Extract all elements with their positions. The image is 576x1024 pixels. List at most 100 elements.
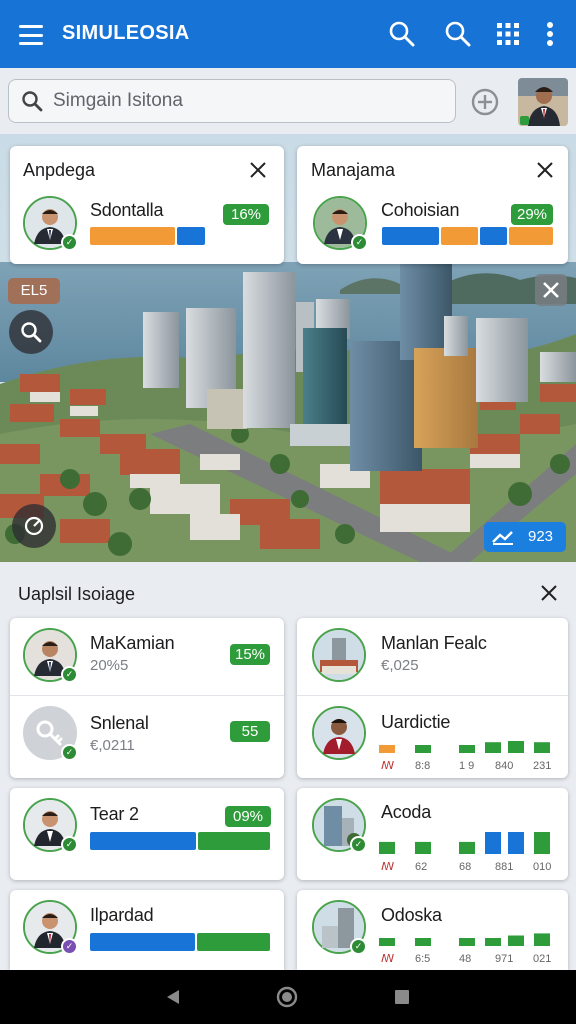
progress-bar-segment (90, 933, 195, 951)
progress-bar-segment (197, 933, 270, 951)
item-sub: 20%5 (90, 657, 129, 674)
item-name: Tear 2 (90, 804, 139, 824)
percent-badge: 29% (511, 204, 553, 225)
progress-bar-segment (509, 227, 553, 245)
chart-label: 68 (459, 861, 471, 873)
progress-bar-segment (90, 227, 175, 245)
percent-badge: 09% (225, 806, 271, 827)
chart-label: 1 9 (459, 760, 474, 772)
chart-bar (379, 841, 395, 854)
chart-bar (459, 745, 475, 753)
summary-card[interactable]: Anpdega ✓ Sdontalla 16% (10, 146, 284, 264)
percent-badge: 16% (223, 204, 269, 225)
menu-icon[interactable] (14, 22, 48, 48)
chart-label: 840 (495, 760, 513, 772)
map-stat-chip[interactable]: 923 (484, 522, 566, 552)
chart-bar (534, 933, 550, 946)
card-title: Anpdega (23, 160, 96, 180)
list-item[interactable]: ✓ MaKamian 20%5 15% (10, 618, 284, 696)
list-card[interactable]: ✓ Ilpardad (10, 890, 284, 970)
check-badge-icon: ✓ (350, 938, 367, 955)
compass-icon[interactable] (12, 504, 56, 548)
check-badge-icon: ✓ (61, 744, 78, 761)
list-card[interactable]: ✓ Odoska ꟿ 6:5 48 971 021 (297, 890, 568, 970)
close-icon[interactable] (534, 159, 556, 181)
item-name: Manlan Fealc (381, 633, 487, 653)
item-sub: €,0211 (90, 737, 135, 754)
add-circle-icon[interactable] (470, 87, 500, 117)
more-vert-icon[interactable] (530, 14, 570, 54)
check-badge-icon: ✓ (61, 836, 78, 853)
avatar: ✓ (23, 196, 78, 251)
list-item[interactable]: ✓ Snlenal €,0211 55 (10, 697, 284, 778)
chart-bar (379, 745, 395, 753)
chart-bar (415, 841, 431, 854)
chart-bar (459, 938, 475, 946)
avatar: ✓ (23, 706, 78, 761)
percent-badge: 15% (230, 644, 270, 665)
check-badge-icon: ✓ (61, 938, 78, 955)
chart-bar (485, 938, 501, 946)
close-icon[interactable] (538, 582, 560, 604)
item-sub: €,025 (381, 657, 419, 674)
chart-bar (508, 935, 524, 946)
list-item[interactable]: Manlan Fealc €,025 (297, 618, 568, 696)
chart-bar (534, 832, 550, 854)
summary-card[interactable]: Manajama ✓ Cohoisian 29% (297, 146, 568, 264)
chart-bar (485, 742, 501, 753)
chart-label: ꟿ (381, 953, 394, 965)
check-badge-icon: ✓ (61, 234, 78, 251)
section-header: Uaplsil Isoiage (0, 562, 576, 618)
grid-icon[interactable] (488, 14, 528, 54)
chart-label: 010 (533, 861, 551, 873)
map-stat-value: 923 (528, 528, 554, 545)
app-bar: SIMULEOSIA (0, 0, 576, 68)
trend-icon (492, 531, 513, 545)
close-icon[interactable] (535, 274, 567, 306)
building-thumbnail (312, 628, 366, 682)
profile-avatar[interactable] (518, 78, 568, 126)
card-name: Cohoisian (381, 200, 460, 220)
avatar: ✓ (313, 196, 368, 251)
progress-bar-segment (382, 227, 439, 245)
search-icon (21, 90, 43, 117)
chart-label: ꟿ (381, 861, 394, 873)
count-badge: 55 (230, 721, 270, 742)
recents-icon[interactable] (394, 989, 410, 1010)
chart-bar (415, 938, 431, 946)
avatar: ✓ (23, 798, 78, 853)
chart-label: 881 (495, 861, 513, 873)
chart-bar (508, 741, 524, 753)
close-icon[interactable] (247, 159, 269, 181)
search-icon[interactable] (438, 14, 478, 54)
mini-bar-chart: ꟿ 8:8 1 9 840 231 (379, 741, 551, 772)
progress-bar-segment (441, 227, 478, 245)
chart-bar (508, 832, 524, 854)
list-card[interactable]: ✓ Acoda ꟿ 62 68 881 010 (297, 788, 568, 880)
list-item[interactable]: Uardictie ꟿ 8:8 1 9 840 231 (297, 697, 568, 778)
chart-bar (379, 938, 395, 946)
search-row (0, 68, 576, 134)
list-card[interactable]: ✓ Tear 2 09% (10, 788, 284, 880)
check-badge-icon: ✓ (61, 666, 78, 683)
list-card: ✓ MaKamian 20%5 15% ✓ Snlenal €,0211 55 (10, 618, 284, 778)
building-thumbnail: ✓ (312, 900, 367, 955)
chart-bar (415, 745, 431, 753)
chart-label: ꟿ (381, 760, 394, 772)
chart-label: 6:5 (415, 953, 430, 965)
avatar (312, 706, 366, 760)
search-box[interactable] (8, 79, 456, 123)
zoom-search-icon[interactable] (9, 310, 53, 354)
item-name: Ilpardad (90, 905, 154, 925)
progress-bar-segment (480, 227, 507, 245)
map-tag[interactable]: EL5 (8, 278, 60, 304)
mini-bar-chart: ꟿ 62 68 881 010 (379, 832, 551, 873)
home-icon[interactable] (276, 986, 298, 1013)
back-icon[interactable] (164, 988, 182, 1011)
card-title: Manajama (311, 160, 396, 180)
progress-bar-segment (177, 227, 205, 245)
search-input[interactable] (53, 88, 443, 114)
search-icon[interactable] (382, 14, 422, 54)
list-card: Manlan Fealc €,025 Uardictie ꟿ 8:8 1 9 840 2… (297, 618, 568, 778)
app-title: SIMULEOSIA (62, 22, 190, 44)
